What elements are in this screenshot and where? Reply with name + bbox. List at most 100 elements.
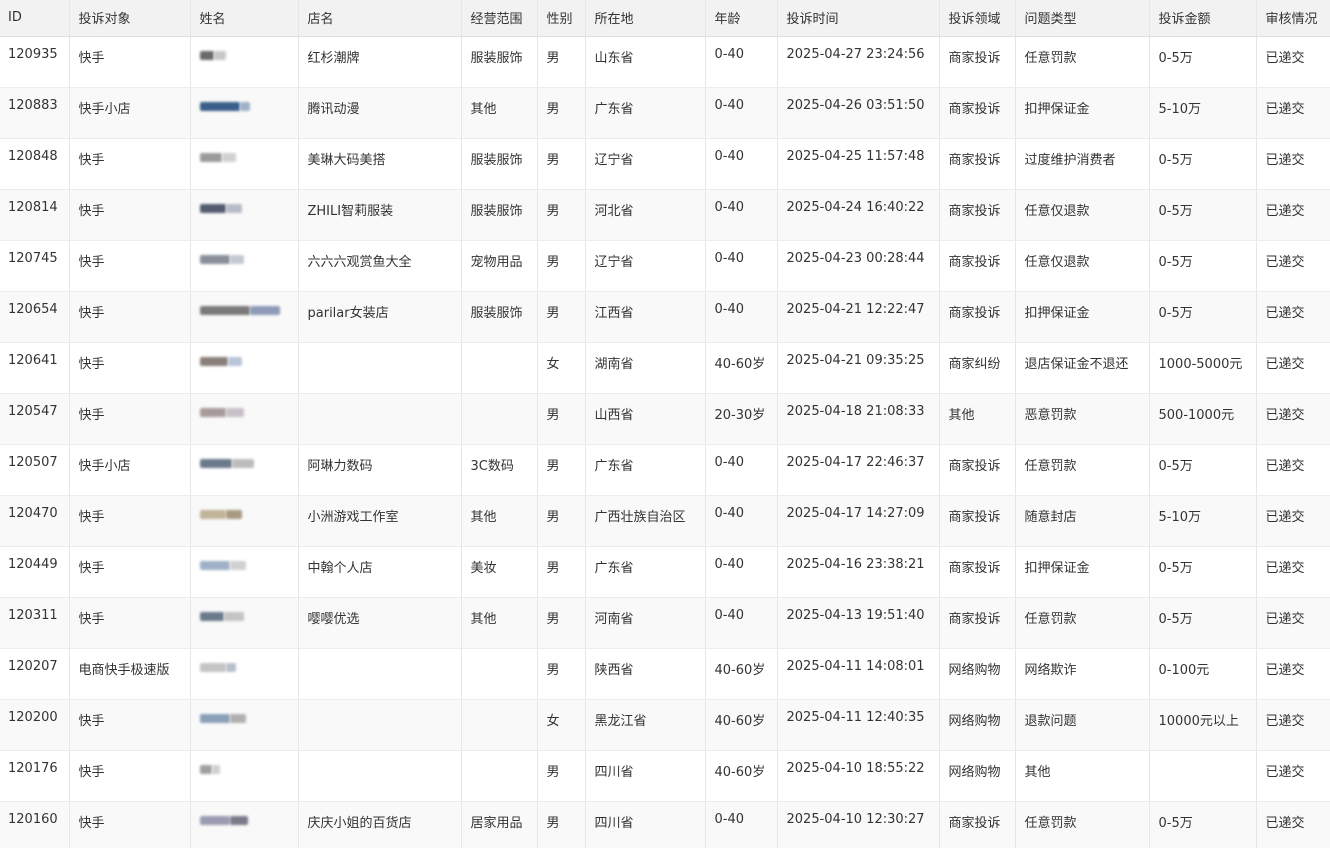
cell-business-scope: 其他: [460, 495, 537, 547]
cell-shop-name: 六六六观赏鱼大全: [297, 240, 461, 292]
redacted-name: [199, 100, 250, 115]
cell-review-status: 已递交: [1255, 648, 1330, 700]
cell-complaint-target: 快手: [68, 597, 190, 649]
cell-shop-name: parilar女装店: [297, 291, 461, 343]
column-header-complaint-time[interactable]: 投诉时间: [776, 0, 939, 37]
cell-review-status: 已递交: [1255, 546, 1330, 598]
cell-complaint-field: 商家投诉: [938, 138, 1015, 190]
cell-age: 40-60岁: [704, 342, 777, 394]
column-header-complaint-target[interactable]: 投诉对象: [68, 0, 190, 37]
cell-gender: 男: [536, 750, 585, 802]
cell-issue-type: 网络欺诈: [1014, 648, 1149, 700]
table-row[interactable]: 120883 快手小店 腾讯动漫 其他男广东省 0-40 2025-04-26 03:51…: [0, 87, 1330, 139]
cell-complaint-time: 2025-04-26 03:51:50: [776, 87, 939, 139]
cell-complaint-field: 商家投诉: [938, 87, 1015, 139]
column-header-review-status[interactable]: 审核情况: [1255, 0, 1330, 37]
cell-location: 广东省: [584, 444, 705, 496]
table-row[interactable]: 120641 快手 女湖南省 40-60岁 2025-04-21 09:35:25 商家纠…: [0, 342, 1330, 394]
cell-issue-type: 退店保证金不退还: [1014, 342, 1149, 394]
cell-business-scope: [460, 699, 537, 751]
column-header-age[interactable]: 年龄: [704, 0, 777, 37]
cell-issue-type: 任意罚款: [1014, 444, 1149, 496]
table-row[interactable]: 120507 快手小店 阿琳力数码 3C数码男广东省 0-40 2025-04-17 22…: [0, 444, 1330, 496]
cell-review-status: 已递交: [1255, 240, 1330, 292]
cell-business-scope: 3C数码: [460, 444, 537, 496]
cell-business-scope: [460, 393, 537, 445]
cell-complaint-amount: 0-5万: [1148, 801, 1256, 848]
table-row[interactable]: 120547 快手 男山西省 20-30岁 2025-04-18 21:08:33 其他恶…: [0, 393, 1330, 445]
cell-age: 40-60岁: [704, 699, 777, 751]
column-header-complaint-amount[interactable]: 投诉金额: [1148, 0, 1256, 37]
table-row[interactable]: 120449 快手 中翰个人店 美妆男广东省 0-40 2025-04-16 23:38:…: [0, 546, 1330, 598]
table-row[interactable]: 120200 快手 女黑龙江省 40-60岁 2025-04-11 12:40:35 网络…: [0, 699, 1330, 751]
cell-id: 120745: [0, 240, 69, 292]
cell-business-scope: 服装服饰: [460, 291, 537, 343]
cell-id: 120547: [0, 393, 69, 445]
cell-shop-name: [297, 699, 461, 751]
cell-shop-name: 腾讯动漫: [297, 87, 461, 139]
column-header-issue-type[interactable]: 问题类型: [1014, 0, 1149, 37]
cell-complaint-field: 商家投诉: [938, 444, 1015, 496]
cell-shop-name: 阿琳力数码: [297, 444, 461, 496]
column-header-complaint-field[interactable]: 投诉领域: [938, 0, 1015, 37]
cell-review-status: 已递交: [1255, 444, 1330, 496]
table-row[interactable]: 120176 快手 男四川省 40-60岁 2025-04-10 18:55:22 网络购…: [0, 750, 1330, 802]
cell-review-status: 已递交: [1255, 291, 1330, 343]
cell-complaint-field: 商家投诉: [938, 291, 1015, 343]
cell-age: 0-40: [704, 495, 777, 547]
table-row[interactable]: 120935 快手 红杉潮牌 服装服饰男山东省 0-40 2025-04-27 23:24…: [0, 36, 1330, 88]
cell-review-status: 已递交: [1255, 801, 1330, 848]
cell-location: 四川省: [584, 750, 705, 802]
column-header-id[interactable]: ID: [0, 0, 69, 37]
cell-shop-name: 小洲游戏工作室: [297, 495, 461, 547]
cell-complaint-time: 2025-04-27 23:24:56: [776, 36, 939, 88]
column-header-gender[interactable]: 性别: [536, 0, 585, 37]
cell-complaint-field: 商家投诉: [938, 495, 1015, 547]
table-row[interactable]: 120814 快手 ZHILI智莉服装 服装服饰男河北省 0-40 2025-04-24 …: [0, 189, 1330, 241]
cell-gender: 女: [536, 342, 585, 394]
cell-complaint-time: 2025-04-18 21:08:33: [776, 393, 939, 445]
cell-shop-name: [297, 393, 461, 445]
table-row[interactable]: 120470 快手 小洲游戏工作室 其他男广西壮族自治区 0-40 2025-04-17 …: [0, 495, 1330, 547]
cell-complaint-amount: 0-5万: [1148, 546, 1256, 598]
cell-age: 0-40: [704, 138, 777, 190]
cell-id: 120654: [0, 291, 69, 343]
column-header-shop-name[interactable]: 店名: [297, 0, 461, 37]
cell-location: 陕西省: [584, 648, 705, 700]
cell-location: 广西壮族自治区: [584, 495, 705, 547]
cell-complaint-time: 2025-04-21 12:22:47: [776, 291, 939, 343]
cell-complaint-field: 商家投诉: [938, 189, 1015, 241]
cell-gender: 男: [536, 87, 585, 139]
cell-id: 120935: [0, 36, 69, 88]
column-header-name[interactable]: 姓名: [189, 0, 298, 37]
table-row[interactable]: 120745 快手 六六六观赏鱼大全 宠物用品男辽宁省 0-40 2025-04-23 0…: [0, 240, 1330, 292]
cell-complaint-time: 2025-04-17 14:27:09: [776, 495, 939, 547]
table-row[interactable]: 120207 电商快手极速版 男陕西省 40-60岁 2025-04-11 14:08:…: [0, 648, 1330, 700]
redacted-name: [199, 508, 242, 523]
table-row[interactable]: 120654 快手 parilar女装店 服装服饰男江西省 0-40 2025-04-21…: [0, 291, 1330, 343]
cell-gender: 男: [536, 36, 585, 88]
cell-complaint-amount: 0-5万: [1148, 597, 1256, 649]
cell-shop-name: [297, 648, 461, 700]
cell-complaint-amount: 0-5万: [1148, 189, 1256, 241]
cell-complaint-amount: 0-5万: [1148, 240, 1256, 292]
column-header-business-scope[interactable]: 经营范围: [460, 0, 537, 37]
cell-age: 0-40: [704, 444, 777, 496]
cell-location: 辽宁省: [584, 138, 705, 190]
cell-business-scope: 其他: [460, 87, 537, 139]
cell-id: 120848: [0, 138, 69, 190]
cell-complaint-time: 2025-04-23 00:28:44: [776, 240, 939, 292]
cell-complaint-target: 快手小店: [68, 444, 190, 496]
cell-id: 120311: [0, 597, 69, 649]
cell-complaint-time: 2025-04-10 12:30:27: [776, 801, 939, 848]
cell-gender: 男: [536, 444, 585, 496]
redacted-name: [199, 151, 236, 166]
cell-location: 山西省: [584, 393, 705, 445]
cell-name: [189, 597, 298, 649]
table-row[interactable]: 120160 快手 庆庆小姐的百货店 居家用品男四川省 0-40 2025-04-10 1…: [0, 801, 1330, 848]
cell-location: 湖南省: [584, 342, 705, 394]
cell-complaint-target: 快手: [68, 291, 190, 343]
table-row[interactable]: 120848 快手 美琳大码美搭 服装服饰男辽宁省 0-40 2025-04-25 11:…: [0, 138, 1330, 190]
table-row[interactable]: 120311 快手 嘤嘤优选 其他男河南省 0-40 2025-04-13 19:51:4…: [0, 597, 1330, 649]
column-header-location[interactable]: 所在地: [584, 0, 705, 37]
